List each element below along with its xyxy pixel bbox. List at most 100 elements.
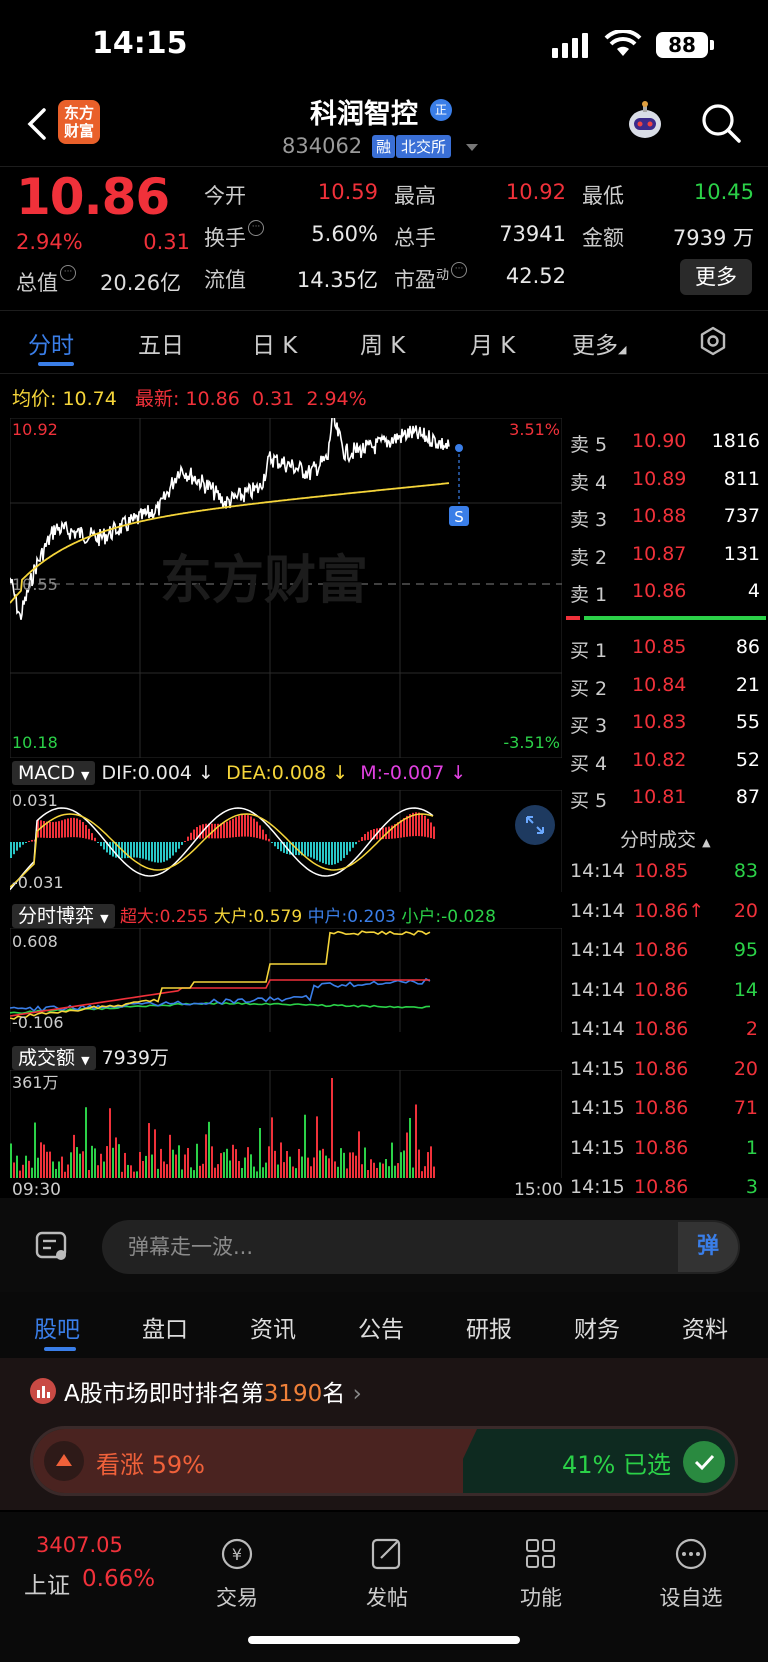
turnover-value: 5.60%: [311, 222, 378, 246]
edit-post-icon: [371, 1538, 401, 1570]
volume-bar: [343, 1152, 345, 1178]
volume-bar: [424, 1166, 426, 1178]
macd-bar: [313, 842, 315, 859]
index-name[interactable]: 上证: [24, 1566, 70, 1600]
change-amount: 0.31: [143, 230, 190, 254]
tab-more[interactable]: 更多◢: [572, 326, 626, 360]
tab-finance[interactable]: 财务: [574, 1310, 620, 1344]
volume-bar: [235, 1149, 237, 1178]
tab-research[interactable]: 研报: [466, 1310, 512, 1344]
tab-announcements[interactable]: 公告: [358, 1310, 404, 1344]
low-label: 最低: [582, 184, 624, 208]
more-quote-button[interactable]: 更多: [680, 259, 752, 295]
macd-bar: [148, 842, 150, 861]
volume-bar: [328, 1158, 330, 1178]
tab-weekly-k[interactable]: 周 K: [360, 326, 405, 360]
tab-intraday[interactable]: 分时: [28, 326, 74, 360]
volume-bar: [112, 1147, 114, 1178]
volume-bar: [199, 1165, 201, 1178]
bullish-label[interactable]: 看涨 59%: [96, 1445, 205, 1480]
macd-bar: [403, 817, 405, 838]
volume-bar: [139, 1151, 141, 1178]
macd-bar: [256, 821, 258, 838]
nav-add-watchlist[interactable]: 设自选: [636, 1536, 746, 1612]
capital-flow-chart[interactable]: 0.608 -0.106: [10, 928, 562, 1032]
small-value: 小户:-0.028: [401, 907, 496, 927]
volume-bar: [316, 1116, 318, 1178]
volume-bar: [10, 1143, 12, 1178]
gear-icon[interactable]: [698, 326, 728, 356]
bearish-label[interactable]: 41% 已选: [562, 1445, 671, 1480]
signal-icon: [552, 33, 588, 58]
index-value[interactable]: 3407.05: [36, 1533, 123, 1557]
search-icon[interactable]: [700, 102, 742, 144]
macd-bar: [328, 842, 330, 865]
macd-bar: [307, 842, 309, 857]
macd-bar: [271, 842, 273, 844]
volume-bar: [124, 1152, 126, 1178]
ticks-title[interactable]: 分时成交 ▲: [620, 825, 711, 852]
bullish-icon[interactable]: [44, 1441, 84, 1481]
tab-news[interactable]: 资讯: [250, 1310, 296, 1344]
macd-bar: [247, 815, 249, 837]
tab-guba[interactable]: 股吧: [34, 1310, 80, 1344]
volume-bar: [376, 1167, 378, 1178]
macd-selector[interactable]: MACD ▼: [12, 761, 96, 785]
volume-bar: [361, 1164, 363, 1178]
intraday-price-chart[interactable]: 东方财富 S 10.92 10.55 10.18 3.51% -3.51%: [10, 418, 562, 758]
volume-bar: [193, 1170, 195, 1178]
volume-header: 成交额 ▼ 7939万: [12, 1043, 169, 1070]
tab-pankou[interactable]: 盘口: [142, 1310, 188, 1344]
capital-flow-selector[interactable]: 分时博弈 ▼: [12, 904, 115, 928]
back-arrow-icon[interactable]: [22, 104, 52, 144]
volume-chart[interactable]: 361万: [10, 1070, 562, 1178]
volume-bar: [79, 1153, 81, 1178]
tab-monthly-k[interactable]: 月 K: [470, 326, 515, 360]
macd-bar: [82, 822, 84, 839]
last-price: 10.86: [16, 168, 170, 226]
tab-daily-k[interactable]: 日 K: [252, 326, 297, 360]
volume-bar: [274, 1150, 276, 1178]
market-cap-label[interactable]: 总值 ···: [16, 265, 76, 297]
macd-bar: [166, 842, 168, 861]
volume-bar: [382, 1163, 384, 1178]
grid-icon: [526, 1539, 555, 1568]
robot-assistant-icon[interactable]: [622, 100, 668, 146]
macd-bar: [232, 818, 234, 838]
macd-bar: [241, 814, 243, 837]
volume-bar: [226, 1148, 228, 1178]
danmu-settings-icon[interactable]: [34, 1228, 70, 1264]
danmu-input[interactable]: 弹幕走一波...: [102, 1220, 740, 1274]
expand-icon[interactable]: [514, 804, 556, 846]
code-dropdown-icon[interactable]: [466, 144, 478, 151]
flow-bottom-label: -0.106: [12, 1013, 64, 1032]
nav-post[interactable]: 发帖: [332, 1536, 442, 1612]
nav-functions[interactable]: 功能: [486, 1536, 596, 1612]
macd-bar: [298, 842, 300, 856]
market-rank[interactable]: A股市场即时排名第3190名 ›: [64, 1374, 362, 1408]
volume-bar: [268, 1146, 270, 1178]
selected-check-icon[interactable]: [683, 1441, 725, 1483]
float-cap-label: 流值: [204, 268, 246, 292]
volume-bar: [391, 1142, 393, 1178]
app-logo[interactable]: 东方财富: [58, 100, 100, 144]
macd-bar: [151, 842, 153, 862]
danmu-toggle-button[interactable]: 弹: [678, 1222, 738, 1272]
volume-bar: [40, 1142, 42, 1178]
volume-bar: [232, 1144, 234, 1178]
rank-chart-icon: [30, 1378, 56, 1404]
battery-indicator: 88: [656, 32, 708, 58]
volume-bar: [103, 1161, 105, 1178]
pe-label[interactable]: 市盈动 ···: [394, 262, 468, 294]
index-change[interactable]: 0.66%: [82, 1566, 155, 1592]
macd-chart[interactable]: 0.031 -0.031: [10, 790, 562, 892]
tab-profile[interactable]: 资料: [682, 1310, 728, 1344]
volume-bar: [154, 1129, 156, 1178]
tab-five-day[interactable]: 五日: [138, 326, 184, 360]
volume-bar: [34, 1122, 36, 1178]
volume-bar: [64, 1171, 66, 1178]
turnover-label[interactable]: 换手 ···: [204, 220, 264, 252]
volume-selector[interactable]: 成交额 ▼: [12, 1046, 96, 1070]
nav-trade[interactable]: ¥ 交易: [182, 1536, 292, 1612]
pct-bottom-label: -3.51%: [503, 733, 560, 752]
